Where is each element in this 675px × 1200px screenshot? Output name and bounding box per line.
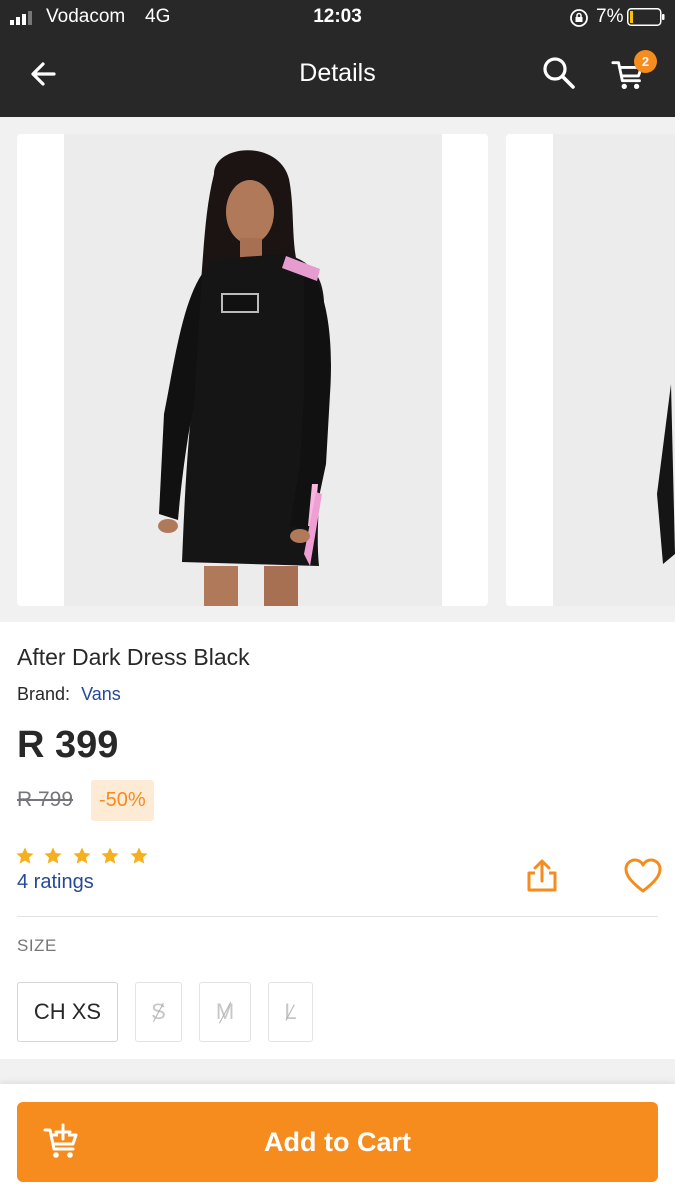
battery-icon: [627, 8, 665, 26]
heart-icon[interactable]: [622, 856, 664, 896]
dress-model-illustration: [64, 134, 442, 606]
discount-badge: -50%: [91, 780, 154, 821]
top-bar: Vodacom 4G 12:03 7% Details 2: [0, 0, 675, 117]
dress-model-illustration: [553, 134, 675, 606]
size-option-label: CH XS: [33, 999, 102, 1024]
cart-count-badge: 2: [634, 50, 657, 73]
product-name: After Dark Dress Black: [17, 644, 250, 670]
rating-stars: [15, 846, 153, 866]
size-option-label: L: [284, 983, 296, 1041]
star-icon: [101, 847, 119, 864]
size-option-label: S: [151, 983, 166, 1041]
size-option-label: M: [216, 983, 234, 1041]
size-option-ch-xs[interactable]: CH XS: [17, 982, 118, 1042]
product-photo: [553, 134, 675, 606]
add-to-cart-button[interactable]: Add to Cart: [17, 1102, 658, 1182]
size-option-m[interactable]: M: [199, 982, 251, 1042]
star-icon: [130, 847, 148, 864]
battery-percent: 7%: [596, 6, 624, 27]
product-photo: [64, 134, 442, 606]
status-bar: Vodacom 4G 12:03 7%: [0, 0, 675, 36]
product-details-card: After Dark Dress Black Brand: Vans R 399…: [0, 622, 675, 1059]
size-option-s[interactable]: S: [135, 982, 182, 1042]
product-image-gallery[interactable]: [0, 117, 675, 622]
brand-link[interactable]: Vans: [81, 684, 121, 704]
product-image[interactable]: [506, 134, 675, 606]
size-option-l[interactable]: L: [268, 982, 313, 1042]
product-image[interactable]: [17, 134, 488, 606]
current-price: R 399: [17, 724, 119, 766]
old-price: R 799: [17, 788, 74, 811]
brand-row: Brand: Vans: [17, 684, 121, 705]
share-icon[interactable]: [522, 856, 562, 896]
search-icon[interactable]: [540, 54, 578, 92]
divider: [17, 916, 658, 917]
app-header: Details 2: [0, 36, 675, 117]
star-icon: [73, 847, 91, 864]
ratings-link[interactable]: 4 ratings: [17, 871, 94, 894]
rotation-lock-icon: [570, 9, 588, 27]
bottom-action-bar: Add to Cart: [0, 1084, 675, 1200]
star-icon: [16, 847, 34, 864]
size-section-label: SIZE: [17, 936, 57, 955]
brand-label: Brand:: [17, 684, 71, 704]
cart-button[interactable]: 2: [610, 50, 660, 94]
star-icon: [44, 847, 62, 864]
add-to-cart-label: Add to Cart: [264, 1127, 411, 1157]
